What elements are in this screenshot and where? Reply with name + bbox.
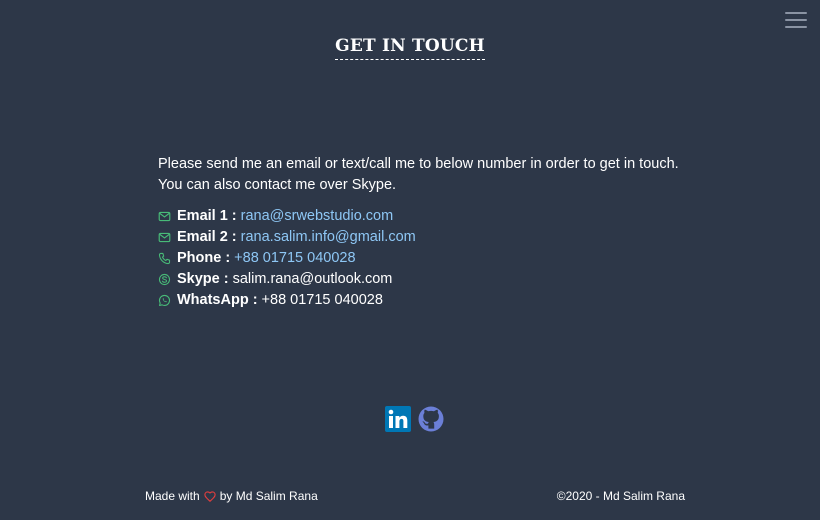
phone-link[interactable]: +88 01715 040028 [234,248,355,269]
section-header: GET IN TOUCH [0,36,820,60]
github-icon [418,406,444,432]
email-1-link[interactable]: rana@srwebstudio.com [241,206,394,227]
email-2-link[interactable]: rana.salim.info@gmail.com [241,227,416,248]
contact-item-email-1: Email 1 : rana@srwebstudio.com [158,206,698,227]
contact-item-email-2: Email 2 : rana.salim.info@gmail.com [158,227,698,248]
envelope-icon [158,210,171,223]
author-text: by Md Salim Rana [219,489,318,503]
hamburger-menu-icon [785,12,807,14]
linkedin-icon [385,406,411,432]
skype-value: salim.rana@outlook.com [232,271,393,287]
footer-credit: Made with by Md Salim Rana [145,489,318,503]
contact-label: Email 1 : [177,208,237,224]
contact-label: WhatsApp : [177,292,258,308]
contact-page: GET IN TOUCH Please send me an email or … [0,0,820,520]
skype-icon [158,273,171,286]
envelope-icon [158,231,171,244]
contact-label: Email 2 : [177,229,237,245]
hamburger-menu-button[interactable] [785,12,807,32]
contact-list: Email 1 : rana@srwebstudio.com Email 2 :… [158,206,698,311]
contact-item-skype: Skype : salim.rana@outlook.com [158,269,698,290]
contact-item-phone: Phone : +88 01715 040028 [158,248,698,269]
intro-line-2: You can also contact me over Skype. [158,177,397,193]
heart-icon [204,490,216,502]
github-link[interactable] [418,406,444,432]
whatsapp-value: +88 01715 040028 [261,292,383,308]
intro-line-1: Please send me an email or text/call me … [158,156,679,172]
intro-text: Please send me an email or text/call me … [158,154,698,196]
phone-icon [158,252,171,265]
contact-label: Phone : [177,250,231,266]
contact-item-whatsapp: WhatsApp : +88 01715 040028 [158,290,698,311]
linkedin-link[interactable] [385,406,411,432]
copyright: ©2020 - Md Salim Rana [556,489,685,503]
contact-label: Skype : [177,271,229,287]
social-links [385,406,444,432]
contact-content: Please send me an email or text/call me … [158,154,698,311]
made-with-text: Made with [145,489,200,503]
page-title: GET IN TOUCH [335,36,485,60]
whatsapp-icon [158,294,171,307]
